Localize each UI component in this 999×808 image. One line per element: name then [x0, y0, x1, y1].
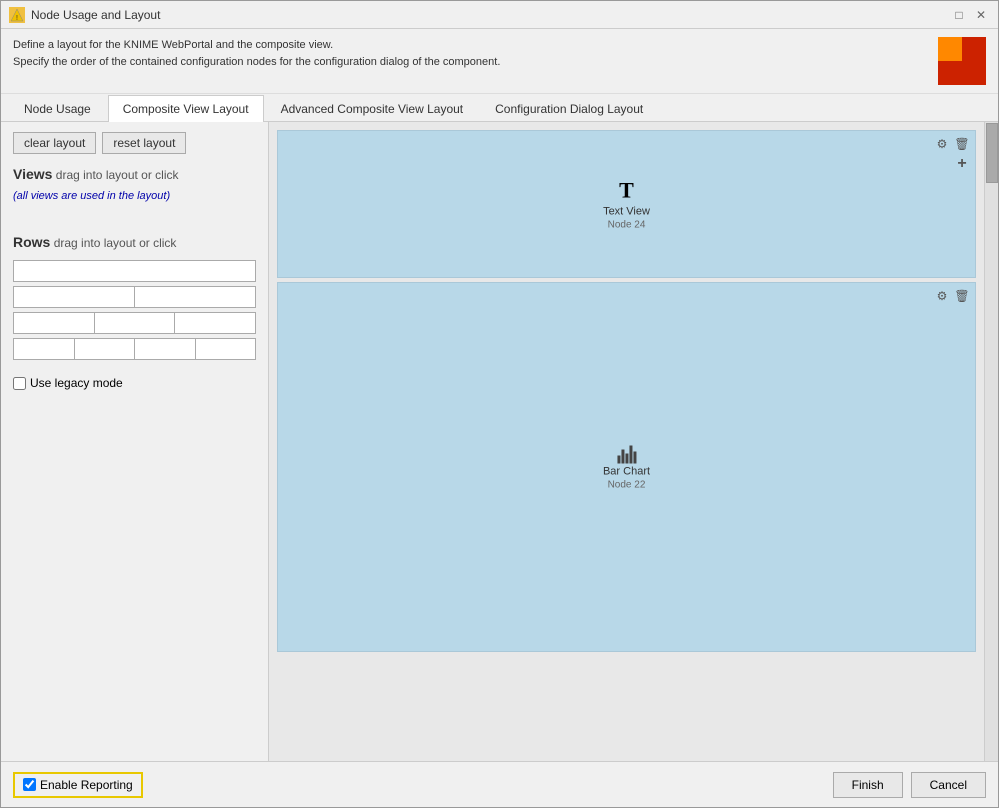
svg-text:!: !: [16, 15, 18, 22]
knime-logo: [938, 37, 986, 85]
enable-reporting-checkbox[interactable]: [23, 778, 36, 791]
cell: [135, 287, 255, 307]
rows-drag-text: drag into layout or click: [54, 236, 177, 250]
header-description: Define a layout for the KNIME WebPortal …: [13, 37, 500, 70]
cell: [196, 339, 256, 359]
rows-label: Rows: [13, 234, 50, 250]
row-templates: [13, 260, 256, 360]
bar-chart-icon: [617, 444, 636, 464]
title-bar: ! Node Usage and Layout □ ✕: [1, 1, 998, 29]
tab-advanced-composite[interactable]: Advanced Composite View Layout: [266, 95, 479, 122]
legacy-mode-checkbox[interactable]: [13, 377, 26, 390]
minimize-button[interactable]: □: [950, 6, 968, 24]
legacy-mode-label: Use legacy mode: [30, 376, 123, 390]
delete-icon: 🗑: [954, 137, 969, 151]
layout-row-1[interactable]: 🗑 T Text View Node 24: [277, 130, 976, 278]
bar-chart-label: Bar Chart: [603, 466, 650, 478]
views-hint: (all views are used in the layout): [13, 190, 256, 202]
settings-icon: [937, 289, 948, 303]
enable-reporting-section: Enable Reporting: [13, 772, 143, 798]
title-controls: □ ✕: [950, 6, 990, 24]
row-template-3col[interactable]: [13, 312, 256, 334]
title-icon: !: [9, 7, 25, 23]
row1-delete-button[interactable]: 🗑: [953, 135, 971, 153]
header-area: Define a layout for the KNIME WebPortal …: [1, 29, 998, 94]
bar4: [629, 446, 632, 464]
clear-layout-button[interactable]: clear layout: [13, 132, 96, 154]
enable-reporting-label: Enable Reporting: [40, 778, 133, 792]
views-drag-text: drag into layout or click: [56, 168, 179, 182]
cell: [75, 339, 136, 359]
text-view-icon: T: [619, 178, 634, 204]
main-window: ! Node Usage and Layout □ ✕ Define a lay…: [0, 0, 999, 808]
footer-buttons: Finish Cancel: [833, 772, 986, 798]
bar-chart-id: Node 22: [608, 480, 646, 491]
bar1: [617, 456, 620, 464]
left-panel: clear layout reset layout Views drag int…: [1, 122, 269, 761]
views-section: Views drag into layout or click: [13, 166, 256, 182]
logo-graphic: [938, 37, 986, 85]
reset-layout-button[interactable]: reset layout: [102, 132, 186, 154]
text-view-id: Node 24: [608, 220, 646, 231]
row1-settings-button[interactable]: [933, 135, 951, 153]
scrollbar-thumb[interactable]: [986, 123, 998, 183]
settings-icon: [937, 137, 948, 151]
tab-composite-view[interactable]: Composite View Layout: [108, 95, 264, 122]
row-template-1col[interactable]: [13, 260, 256, 282]
cell: [14, 339, 75, 359]
bar2: [621, 450, 624, 464]
cell: [135, 339, 196, 359]
delete-icon: 🗑: [954, 289, 969, 303]
row2-actions: 🗑: [933, 287, 971, 305]
cell: [95, 313, 176, 333]
footer: Enable Reporting Finish Cancel: [1, 761, 998, 807]
layout-buttons: clear layout reset layout: [13, 132, 256, 154]
bar-chart-widget: Bar Chart Node 22: [603, 444, 650, 491]
bar5: [633, 452, 636, 464]
layout-canvas: 🗑 T Text View Node 24: [269, 122, 984, 761]
bar3: [625, 454, 628, 464]
header-line2: Specify the order of the contained confi…: [13, 54, 500, 71]
scrollbar-track: [984, 122, 998, 761]
row1-add-button[interactable]: [953, 155, 971, 173]
cell: [14, 287, 135, 307]
tab-node-usage[interactable]: Node Usage: [9, 95, 106, 122]
main-content: clear layout reset layout Views drag int…: [1, 122, 998, 761]
row2-delete-button[interactable]: 🗑: [953, 287, 971, 305]
cancel-button[interactable]: Cancel: [911, 772, 986, 798]
tabs-bar: Node Usage Composite View Layout Advance…: [1, 94, 998, 122]
cell: [175, 313, 255, 333]
layout-row-2[interactable]: 🗑 Bar Chart Node 22: [277, 282, 976, 652]
window-title: Node Usage and Layout: [31, 8, 160, 22]
legacy-mode-option: Use legacy mode: [13, 376, 256, 390]
rows-section: Rows drag into layout or click: [13, 234, 256, 250]
row-template-4col[interactable]: [13, 338, 256, 360]
text-view-widget: T Text View Node 24: [603, 178, 650, 231]
header-line1: Define a layout for the KNIME WebPortal …: [13, 37, 500, 54]
row-template-2col[interactable]: [13, 286, 256, 308]
add-icon: [957, 155, 966, 173]
tab-config-dialog[interactable]: Configuration Dialog Layout: [480, 95, 658, 122]
right-panel: 🗑 T Text View Node 24: [269, 122, 998, 761]
close-button[interactable]: ✕: [972, 6, 990, 24]
row2-settings-button[interactable]: [933, 287, 951, 305]
views-label: Views: [13, 166, 52, 182]
finish-button[interactable]: Finish: [833, 772, 903, 798]
cell: [14, 313, 95, 333]
row1-actions: 🗑: [933, 135, 971, 153]
text-view-label: Text View: [603, 206, 650, 218]
